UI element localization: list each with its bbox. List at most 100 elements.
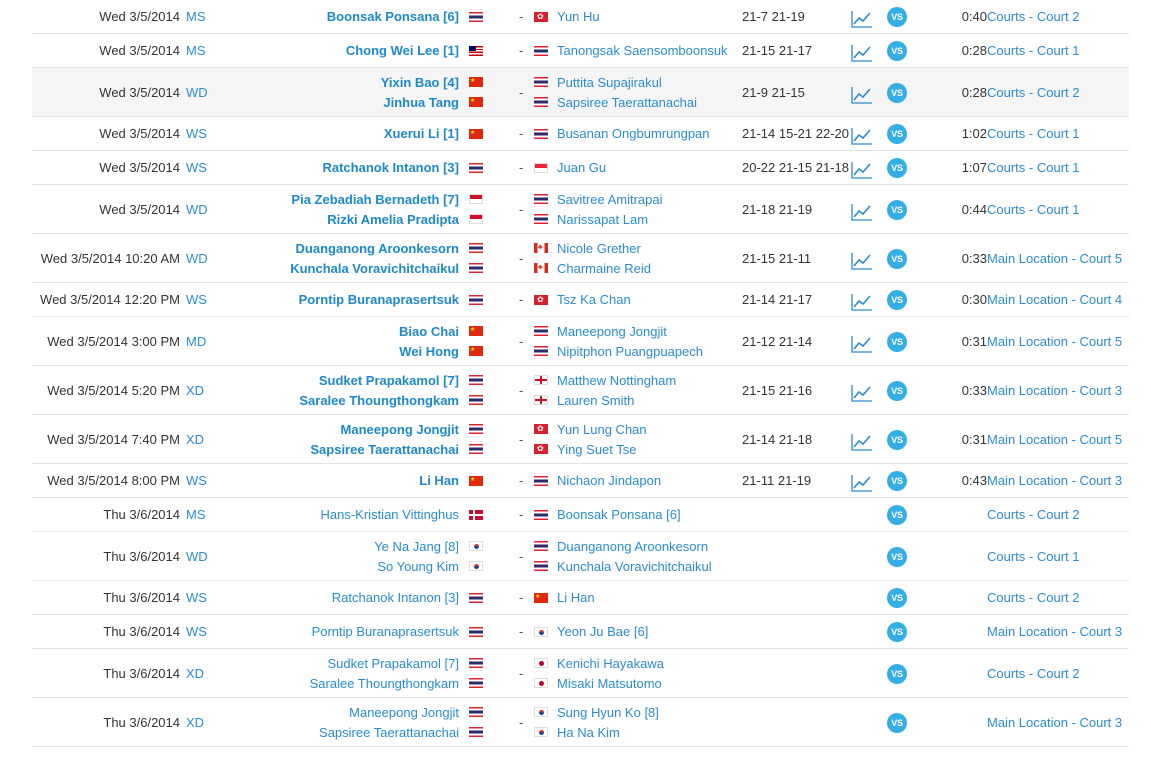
court-link[interactable]: Main Location - Court 5	[987, 432, 1122, 448]
event-link[interactable]: WS	[186, 473, 207, 489]
event-link[interactable]: WD	[186, 251, 208, 267]
court-link[interactable]: Courts - Court 2	[987, 666, 1079, 682]
stats-chart-icon[interactable]	[851, 252, 873, 270]
court-link[interactable]: Main Location - Court 3	[987, 624, 1122, 640]
player-link[interactable]: Puttita Supajirakul	[557, 75, 662, 90]
stats-chart-icon[interactable]	[851, 293, 873, 311]
vs-icon[interactable]: VS	[887, 380, 907, 401]
court-link[interactable]: Main Location - Court 5	[987, 251, 1122, 267]
player-link[interactable]: So Young Kim	[377, 559, 459, 574]
court-link[interactable]: Courts - Court 1	[987, 202, 1079, 218]
player-link[interactable]: Yeon Ju Bae [6]	[557, 624, 648, 639]
player-link[interactable]: Kenichi Hayakawa	[557, 656, 664, 671]
player-link[interactable]: Duanganong Aroonkesorn	[296, 241, 459, 256]
stats-chart-icon[interactable]	[851, 474, 873, 492]
vs-icon[interactable]: VS	[887, 505, 907, 525]
player-link[interactable]: Ha Na Kim	[557, 725, 620, 740]
vs-icon[interactable]: VS	[887, 7, 907, 27]
player-link[interactable]: Savitree Amitrapai	[557, 192, 663, 207]
vs-icon[interactable]: VS	[887, 199, 907, 220]
vs-icon[interactable]: VS	[887, 248, 907, 269]
event-link[interactable]: MS	[186, 43, 206, 59]
player-link[interactable]: Sudket Prapakamol [7]	[319, 373, 459, 388]
player-link[interactable]: Lauren Smith	[557, 393, 634, 408]
court-link[interactable]: Main Location - Court 3	[987, 473, 1122, 489]
player-link[interactable]: Maneepong Jongjit	[349, 705, 459, 720]
vs-icon[interactable]: VS	[887, 41, 907, 61]
player-link[interactable]: Yun Hu	[557, 9, 600, 24]
player-link[interactable]: Narissapat Lam	[557, 212, 648, 227]
event-link[interactable]: WS	[186, 292, 207, 308]
player-link[interactable]: Maneepong Jongjit	[341, 422, 459, 437]
event-link[interactable]: WS	[186, 126, 207, 142]
stats-chart-icon[interactable]	[851, 203, 873, 221]
court-link[interactable]: Main Location - Court 4	[987, 292, 1122, 308]
vs-icon[interactable]: VS	[887, 158, 907, 178]
event-link[interactable]: XD	[186, 666, 204, 682]
event-link[interactable]: XD	[186, 383, 204, 399]
player-link[interactable]: Saralee Thoungthongkam	[310, 676, 459, 691]
court-link[interactable]: Courts - Court 1	[987, 549, 1079, 565]
player-link[interactable]: Sapsiree Taerattanachai	[557, 95, 697, 110]
player-link[interactable]: Xuerui Li [1]	[384, 126, 459, 141]
event-link[interactable]: WS	[186, 160, 207, 176]
event-link[interactable]: WS	[186, 624, 207, 640]
court-link[interactable]: Courts - Court 2	[987, 85, 1079, 101]
stats-chart-icon[interactable]	[851, 161, 873, 179]
vs-icon[interactable]: VS	[887, 622, 907, 642]
player-link[interactable]: Pia Zebadiah Bernadeth [7]	[291, 192, 459, 207]
vs-icon[interactable]: VS	[887, 546, 907, 567]
stats-chart-icon[interactable]	[851, 127, 873, 145]
stats-chart-icon[interactable]	[851, 384, 873, 402]
player-link[interactable]: Li Han	[557, 590, 595, 605]
vs-icon[interactable]: VS	[887, 712, 907, 733]
player-link[interactable]: Tsz Ka Chan	[557, 292, 631, 307]
vs-icon[interactable]: VS	[887, 588, 907, 608]
player-link[interactable]: Biao Chai	[399, 324, 459, 339]
vs-icon[interactable]: VS	[887, 429, 907, 450]
player-link[interactable]: Sudket Prapakamol [7]	[327, 656, 459, 671]
player-link[interactable]: Misaki Matsutomo	[557, 676, 662, 691]
player-link[interactable]: Sung Hyun Ko [8]	[557, 705, 659, 720]
event-link[interactable]: XD	[186, 715, 204, 731]
stats-chart-icon[interactable]	[851, 44, 873, 62]
player-link[interactable]: Li Han	[419, 473, 459, 488]
player-link[interactable]: Ratchanok Intanon [3]	[332, 590, 459, 605]
player-link[interactable]: Sapsiree Taerattanachai	[310, 442, 459, 457]
player-link[interactable]: Matthew Nottingham	[557, 373, 676, 388]
player-link[interactable]: Wei Hong	[399, 344, 459, 359]
event-link[interactable]: MS	[186, 507, 206, 523]
event-link[interactable]: XD	[186, 432, 204, 448]
vs-icon[interactable]: VS	[887, 471, 907, 491]
player-link[interactable]: Chong Wei Lee [1]	[346, 43, 459, 58]
stats-chart-icon[interactable]	[851, 433, 873, 451]
player-link[interactable]: Kunchala Voravichitchaikul	[290, 261, 459, 276]
player-link[interactable]: Juan Gu	[557, 160, 606, 175]
stats-chart-icon[interactable]	[851, 86, 873, 104]
player-link[interactable]: Porntip Buranaprasertsuk	[299, 292, 459, 307]
player-link[interactable]: Hans-Kristian Vittinghus	[321, 507, 460, 522]
player-link[interactable]: Yun Lung Chan	[557, 422, 647, 437]
court-link[interactable]: Main Location - Court 3	[987, 383, 1122, 399]
court-link[interactable]: Courts - Court 2	[987, 590, 1079, 606]
event-link[interactable]: MD	[186, 334, 206, 350]
vs-icon[interactable]: VS	[887, 331, 907, 352]
vs-icon[interactable]: VS	[887, 124, 907, 144]
court-link[interactable]: Main Location - Court 3	[987, 715, 1122, 731]
player-link[interactable]: Nipitphon Puangpuapech	[557, 344, 703, 359]
vs-icon[interactable]: VS	[887, 290, 907, 310]
player-link[interactable]: Boonsak Ponsana [6]	[557, 507, 681, 522]
player-link[interactable]: Jinhua Tang	[383, 95, 459, 110]
player-link[interactable]: Ying Suet Tse	[557, 442, 637, 457]
player-link[interactable]: Ye Na Jang [8]	[374, 539, 459, 554]
event-link[interactable]: WS	[186, 590, 207, 606]
player-link[interactable]: Maneepong Jongjit	[557, 324, 667, 339]
court-link[interactable]: Courts - Court 1	[987, 43, 1079, 59]
vs-icon[interactable]: VS	[887, 82, 907, 103]
player-link[interactable]: Charmaine Reid	[557, 261, 651, 276]
player-link[interactable]: Ratchanok Intanon [3]	[322, 160, 459, 175]
player-link[interactable]: Boonsak Ponsana [6]	[327, 9, 459, 24]
player-link[interactable]: Porntip Buranaprasertsuk	[312, 624, 459, 639]
player-link[interactable]: Tanongsak Saensomboonsuk	[557, 43, 728, 58]
court-link[interactable]: Courts - Court 1	[987, 160, 1079, 176]
